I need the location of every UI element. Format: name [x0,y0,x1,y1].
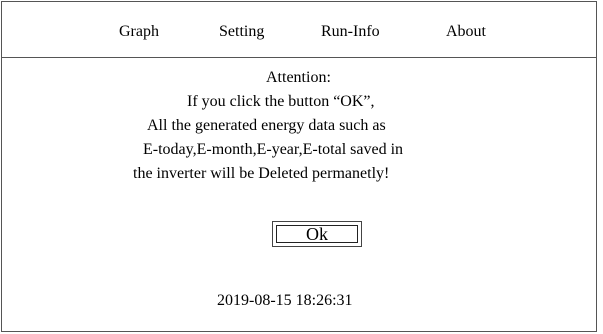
warning-line-3: E-today,E-month,E-year,E-total saved in [143,141,404,158]
menu-item-graph[interactable]: Graph [119,22,159,42]
app-frame: Graph Setting Run-Info About Attention: … [1,1,597,332]
warning-panel: Attention: If you click the button “OK”,… [2,58,596,332]
ok-button-label: Ok [276,225,358,243]
menu-item-about[interactable]: About [446,22,486,42]
menu-item-run-info[interactable]: Run-Info [321,22,380,42]
warning-line-1: If you click the button “OK”, [187,93,375,110]
ok-button[interactable]: Ok [272,221,362,247]
warning-line-2: All the generated energy data such as [147,117,386,134]
menu-item-setting[interactable]: Setting [219,22,264,42]
warning-line-4: the inverter will be Deleted permanetly! [133,165,390,182]
menu-bar: Graph Setting Run-Info About [2,2,596,58]
status-timestamp: 2019-08-15 18:26:31 [217,292,353,309]
warning-title: Attention: [266,69,331,86]
